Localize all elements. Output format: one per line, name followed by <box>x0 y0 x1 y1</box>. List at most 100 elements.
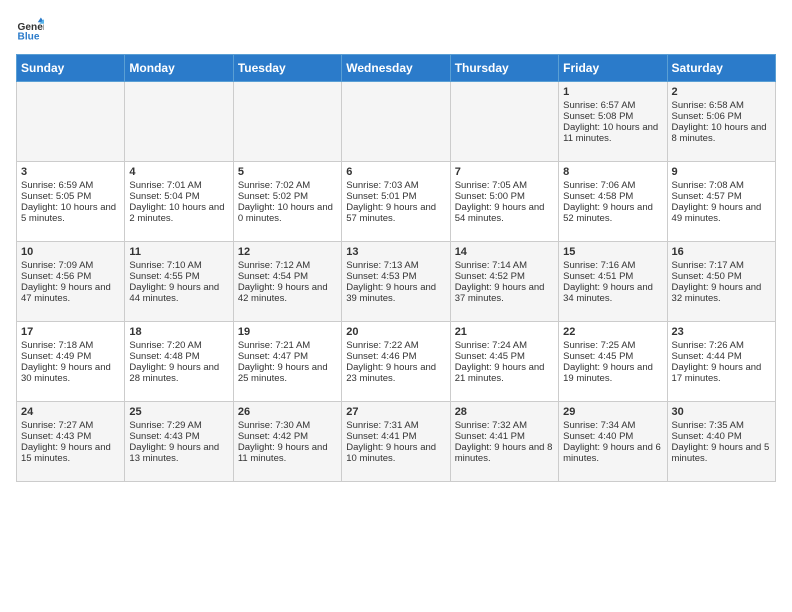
day-header-saturday: Saturday <box>667 55 775 82</box>
day-number: 24 <box>21 406 120 418</box>
day-info-line: Sunrise: 7:29 AM <box>129 420 228 431</box>
day-info-line: Sunset: 4:53 PM <box>346 271 445 282</box>
day-number: 15 <box>563 246 662 258</box>
calendar-cell: 25Sunrise: 7:29 AMSunset: 4:43 PMDayligh… <box>125 402 233 482</box>
day-number: 11 <box>129 246 228 258</box>
day-info-line: Sunset: 5:05 PM <box>21 191 120 202</box>
day-info-line: Daylight: 9 hours and 25 minutes. <box>238 362 337 384</box>
calendar-cell <box>450 82 558 162</box>
calendar-cell: 11Sunrise: 7:10 AMSunset: 4:55 PMDayligh… <box>125 242 233 322</box>
day-info-line: Daylight: 9 hours and 57 minutes. <box>346 202 445 224</box>
day-info-line: Daylight: 9 hours and 39 minutes. <box>346 282 445 304</box>
day-info-line: Daylight: 9 hours and 6 minutes. <box>563 442 662 464</box>
day-info-line: Daylight: 9 hours and 23 minutes. <box>346 362 445 384</box>
calendar-cell: 8Sunrise: 7:06 AMSunset: 4:58 PMDaylight… <box>559 162 667 242</box>
day-number: 14 <box>455 246 554 258</box>
day-info-line: Sunrise: 7:18 AM <box>21 340 120 351</box>
day-info-line: Sunset: 4:58 PM <box>563 191 662 202</box>
day-number: 23 <box>672 326 771 338</box>
day-info-line: Daylight: 9 hours and 21 minutes. <box>455 362 554 384</box>
calendar-cell: 16Sunrise: 7:17 AMSunset: 4:50 PMDayligh… <box>667 242 775 322</box>
day-info-line: Sunset: 4:49 PM <box>21 351 120 362</box>
day-info-line: Sunrise: 7:30 AM <box>238 420 337 431</box>
calendar-cell: 13 Sunrise: 7:13 AMSunset: 4:53 PMDayligh… <box>342 242 450 322</box>
calendar-cell: 22Sunrise: 7:25 AMSunset: 4:45 PMDayligh… <box>559 322 667 402</box>
svg-text:Blue: Blue <box>18 31 40 42</box>
calendar-cell: 27Sunrise: 7:31 AMSunset: 4:41 PMDayligh… <box>342 402 450 482</box>
calendar-cell: 24Sunrise: 7:27 AMSunset: 4:43 PMDayligh… <box>17 402 125 482</box>
week-row-5: 24Sunrise: 7:27 AMSunset: 4:43 PMDayligh… <box>17 402 776 482</box>
day-info-line: Daylight: 9 hours and 10 minutes. <box>346 442 445 464</box>
day-info-line: Sunset: 4:55 PM <box>129 271 228 282</box>
day-number: 6 <box>346 166 445 178</box>
day-info-line: Sunset: 5:01 PM <box>346 191 445 202</box>
day-info-line: Sunrise: 7:05 AM <box>455 180 554 191</box>
day-info-line: Daylight: 9 hours and 13 minutes. <box>129 442 228 464</box>
day-number: 20 <box>346 326 445 338</box>
day-info-line: Sunset: 4:41 PM <box>455 431 554 442</box>
calendar-cell: 21Sunrise: 7:24 AMSunset: 4:45 PMDayligh… <box>450 322 558 402</box>
day-info-line: Sunset: 4:42 PM <box>238 431 337 442</box>
day-number: 19 <box>238 326 337 338</box>
day-number: 13 <box>346 246 445 258</box>
day-info-line: Sunset: 4:57 PM <box>672 191 771 202</box>
day-info-line: Sunrise: 7:32 AM <box>455 420 554 431</box>
day-info-line: Sunrise: 7:13 AM <box>346 260 445 271</box>
calendar-cell: 30Sunrise: 7:35 AMSunset: 4:40 PMDayligh… <box>667 402 775 482</box>
day-info-line: Daylight: 9 hours and 49 minutes. <box>672 202 771 224</box>
day-info-line: Sunrise: 7:34 AM <box>563 420 662 431</box>
day-number: 22 <box>563 326 662 338</box>
calendar-cell: 29Sunrise: 7:34 AMSunset: 4:40 PMDayligh… <box>559 402 667 482</box>
day-info-line: Daylight: 10 hours and 11 minutes. <box>563 122 662 144</box>
day-number: 5 <box>238 166 337 178</box>
calendar-cell: 7Sunrise: 7:05 AMSunset: 5:00 PMDaylight… <box>450 162 558 242</box>
day-number: 10 <box>21 246 120 258</box>
day-info-line: Daylight: 9 hours and 30 minutes. <box>21 362 120 384</box>
logo-icon: General Blue <box>16 16 44 44</box>
day-info-line: Sunrise: 7:27 AM <box>21 420 120 431</box>
week-row-4: 17Sunrise: 7:18 AMSunset: 4:49 PMDayligh… <box>17 322 776 402</box>
day-header-sunday: Sunday <box>17 55 125 82</box>
day-info-line: Sunrise: 7:24 AM <box>455 340 554 351</box>
day-number: 9 <box>672 166 771 178</box>
day-info-line: Sunset: 4:56 PM <box>21 271 120 282</box>
day-info-line: Daylight: 9 hours and 44 minutes. <box>129 282 228 304</box>
day-number: 1 <box>563 86 662 98</box>
calendar-cell: 1Sunrise: 6:57 AMSunset: 5:08 PMDaylight… <box>559 82 667 162</box>
calendar-cell: 12Sunrise: 7:12 AMSunset: 4:54 PMDayligh… <box>233 242 341 322</box>
calendar-cell: 15Sunrise: 7:16 AMSunset: 4:51 PMDayligh… <box>559 242 667 322</box>
day-info-line: Sunset: 4:45 PM <box>563 351 662 362</box>
day-number: 27 <box>346 406 445 418</box>
day-number: 3 <box>21 166 120 178</box>
day-info-line: Sunrise: 6:57 AM <box>563 100 662 111</box>
calendar-cell: 9Sunrise: 7:08 AMSunset: 4:57 PMDaylight… <box>667 162 775 242</box>
day-info-line: Sunrise: 7:26 AM <box>672 340 771 351</box>
day-info-line: Sunset: 4:44 PM <box>672 351 771 362</box>
day-info-line: Sunset: 5:00 PM <box>455 191 554 202</box>
day-number: 25 <box>129 406 228 418</box>
week-row-3: 10 Sunrise: 7:09 AMSunset: 4:56 PM Dayligh… <box>17 242 776 322</box>
day-info-line: Sunrise: 6:59 AM <box>21 180 120 191</box>
day-info-line: Daylight: 10 hours and 2 minutes. <box>129 202 228 224</box>
calendar-cell: 6Sunrise: 7:03 AMSunset: 5:01 PMDaylight… <box>342 162 450 242</box>
day-info-line: Sunrise: 7:14 AM <box>455 260 554 271</box>
day-info-line: Daylight: 9 hours and 54 minutes. <box>455 202 554 224</box>
calendar-cell: 10Sunrise: 7:09 AMSunset: 4:56 PMDayligh… <box>17 242 125 322</box>
day-info-line: Daylight: 10 hours and 8 minutes. <box>672 122 771 144</box>
day-number: 29 <box>563 406 662 418</box>
calendar-cell: 4Sunrise: 7:01 AMSunset: 5:04 PMDaylight… <box>125 162 233 242</box>
day-info-line: Sunset: 4:50 PM <box>672 271 771 282</box>
day-info-line: Sunset: 5:06 PM <box>672 111 771 122</box>
day-info-line: Daylight: 9 hours and 34 minutes. <box>563 282 662 304</box>
day-info-line: Sunrise: 7:09 AM <box>21 260 120 271</box>
day-header-tuesday: Tuesday <box>233 55 341 82</box>
day-number: 8 <box>563 166 662 178</box>
calendar-table: SundayMondayTuesdayWednesdayThursdayFrid… <box>16 54 776 482</box>
day-info-line: Daylight: 10 hours and 5 minutes. <box>21 202 120 224</box>
day-info-line: Sunset: 5:04 PM <box>129 191 228 202</box>
calendar-cell <box>233 82 341 162</box>
calendar-cell: 14Sunrise: 7:14 AMSunset: 4:52 PMDayligh… <box>450 242 558 322</box>
day-info-line: Sunrise: 7:01 AM <box>129 180 228 191</box>
calendar-cell: 19Sunrise: 7:21 AMSunset: 4:47 PMDayligh… <box>233 322 341 402</box>
day-number: 30 <box>672 406 771 418</box>
